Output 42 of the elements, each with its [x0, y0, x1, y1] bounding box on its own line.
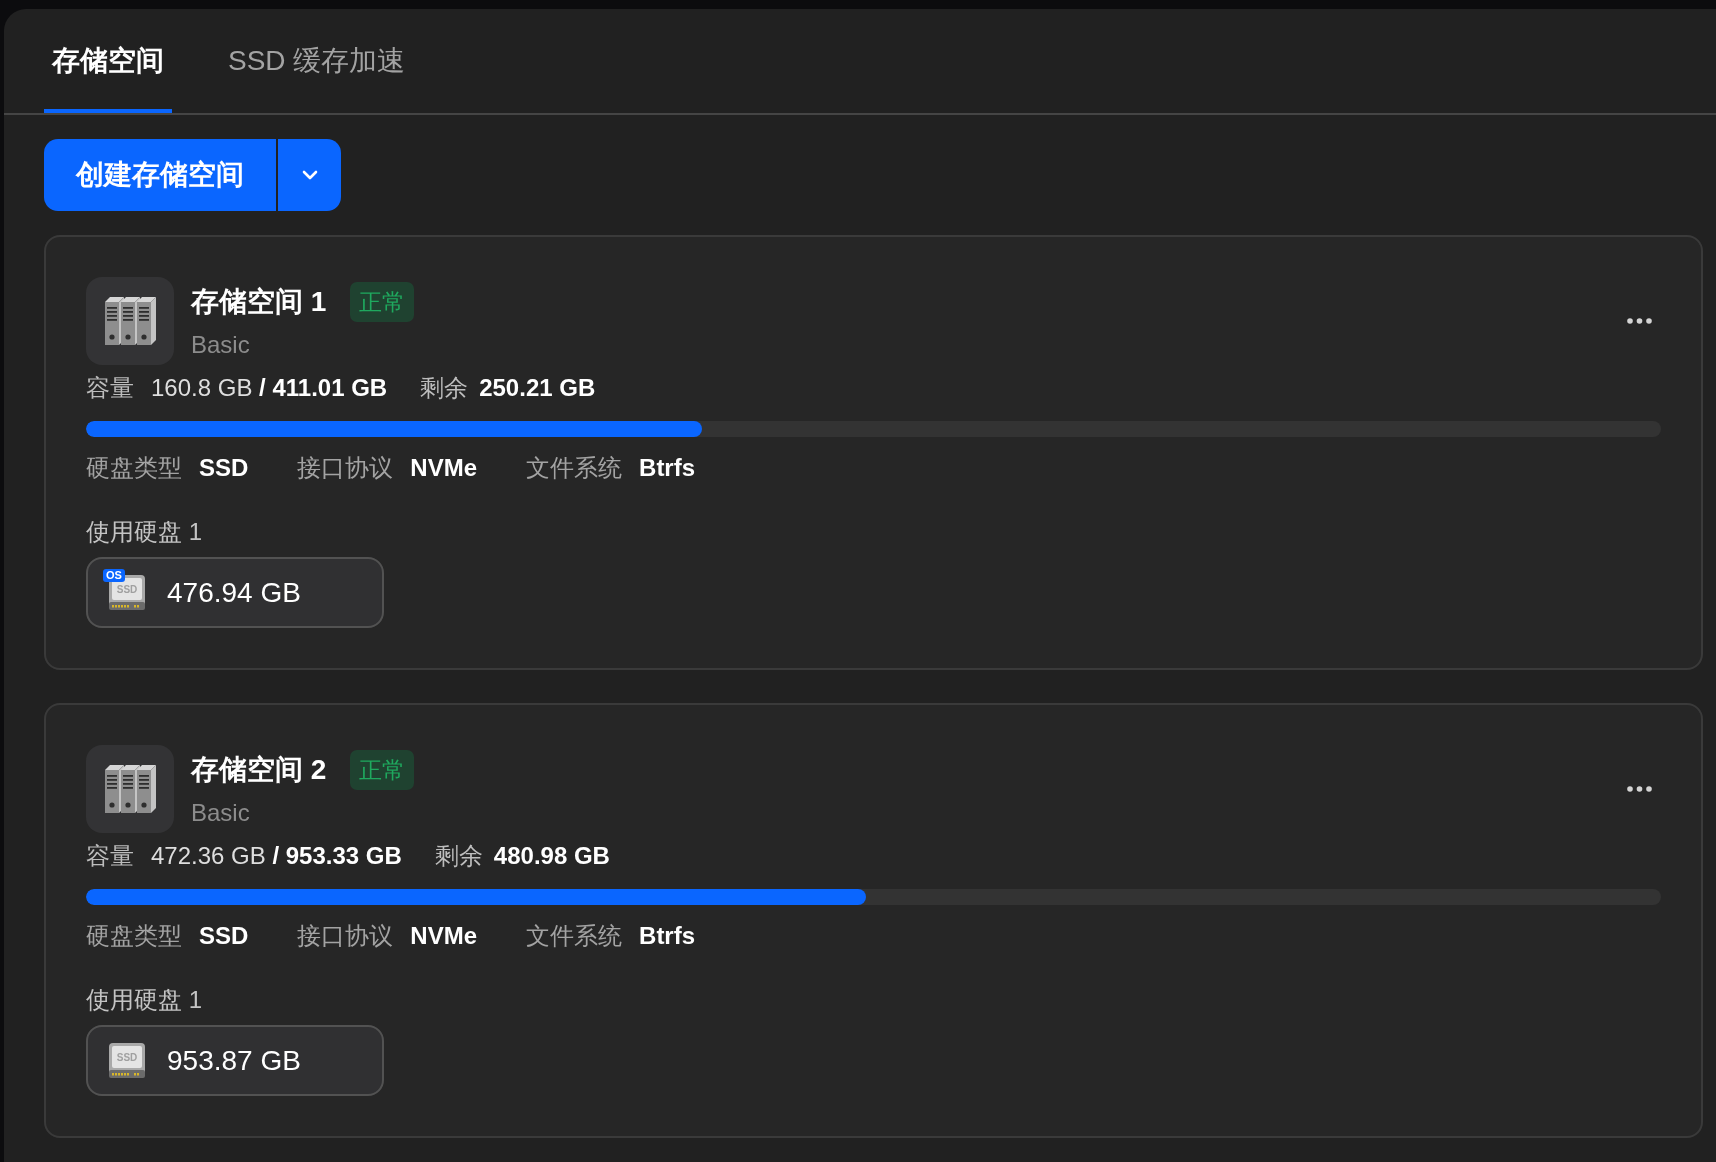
chevron-down-icon: [301, 170, 318, 180]
disk-size: 953.87 GB: [167, 1043, 301, 1078]
capacity-label: 容量: [86, 842, 134, 870]
create-storage-button[interactable]: 创建存储空间: [44, 139, 276, 211]
pool-name: 存储空间 2: [191, 753, 327, 787]
pool-type: Basic: [191, 798, 251, 828]
storage-pool-icon: [86, 277, 174, 365]
detail-value: NVMe: [410, 454, 478, 482]
dropdown-toggle-button[interactable]: [278, 139, 341, 211]
capacity-label: 容量: [86, 374, 134, 402]
detail-label: 硬盘类型: [86, 922, 182, 950]
detail-value: NVMe: [410, 922, 478, 950]
status-badge: 正常: [350, 750, 415, 790]
free-label: 剩余: [420, 374, 469, 402]
ssd-drive-icon: SSD: [108, 1042, 146, 1079]
free-value: 250.21 GB: [479, 374, 596, 402]
detail-value: Btrfs: [639, 454, 696, 482]
capacity-value: 472.36 GB / 953.33 GB: [151, 842, 402, 870]
capacity-value: 160.8 GB / 411.01 GB: [151, 374, 388, 402]
status-badge: 正常: [350, 282, 415, 322]
disks-label: 使用硬盘 1: [86, 986, 203, 1014]
detail-label: 文件系统: [526, 454, 623, 482]
free-value: 480.98 GB: [493, 842, 610, 870]
free-label: 剩余: [434, 842, 483, 870]
more-icon: [1627, 786, 1652, 792]
detail-label: 接口协议: [297, 454, 394, 482]
detail-label: 文件系统: [526, 922, 623, 950]
detail-value: Btrfs: [639, 922, 696, 950]
more-icon: [1627, 318, 1652, 324]
detail-value: SSD: [199, 922, 249, 950]
tab[interactable]: 存储空间: [44, 9, 172, 113]
detail-label: 接口协议: [297, 922, 394, 950]
tab[interactable]: SSD 缓存加速: [220, 9, 414, 113]
pool-type: Basic: [191, 330, 251, 360]
detail-label: 硬盘类型: [86, 454, 182, 482]
disks-label: 使用硬盘 1: [86, 518, 203, 546]
storage-pool-icon: [86, 745, 174, 833]
pool-name: 存储空间 1: [191, 285, 327, 319]
disk-size: 476.94 GB: [167, 575, 301, 610]
detail-value: SSD: [199, 454, 249, 482]
os-badge: OS: [103, 569, 125, 582]
disk-card[interactable]: SSD 953.87 GB: [86, 1025, 384, 1096]
